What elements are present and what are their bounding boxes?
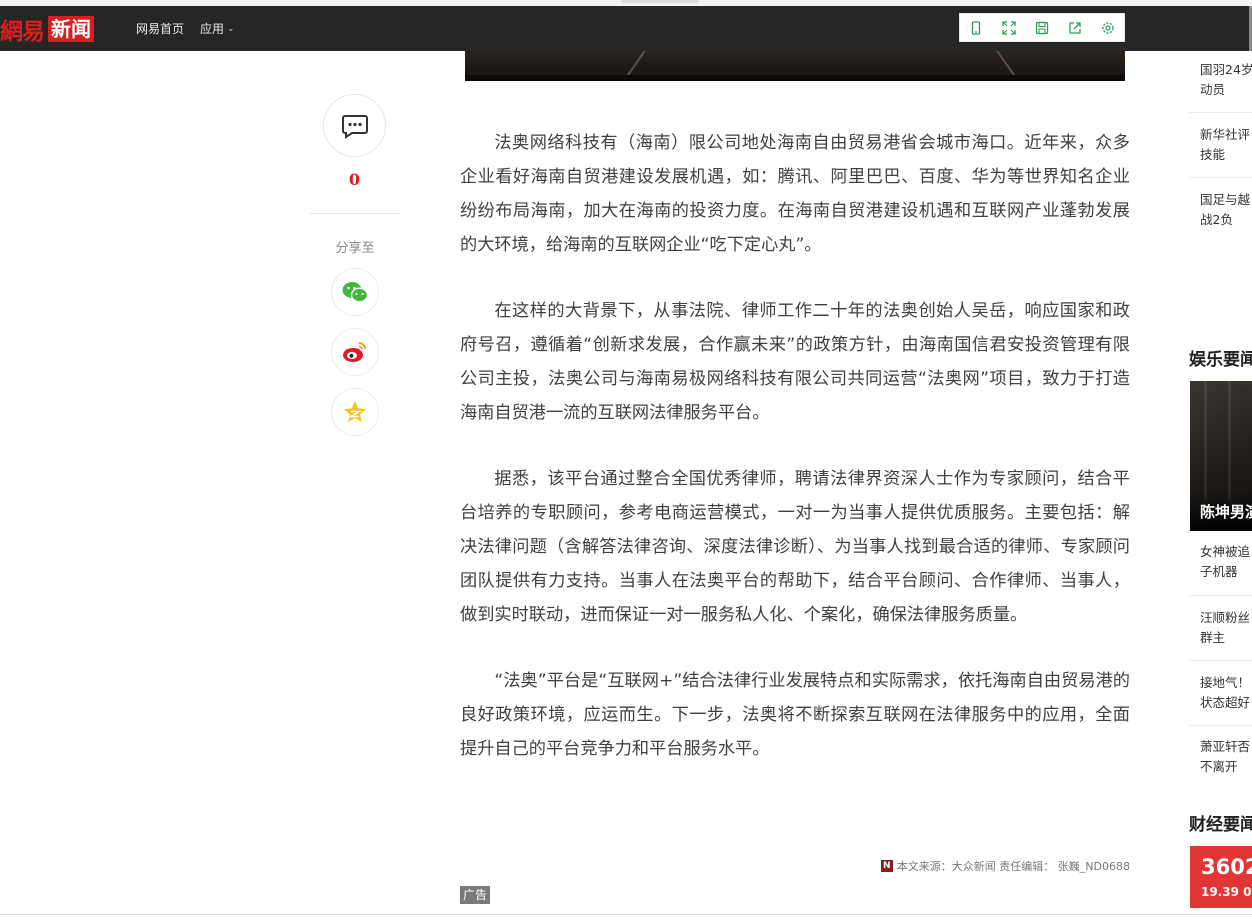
comment-button[interactable] [323,94,386,157]
news-item-line1: 女神被追 [1200,544,1251,559]
news-list-item[interactable]: 新华社评 技能 [1189,125,1252,165]
share-qzone-button[interactable] [331,388,379,436]
article-paragraph: “法奥”平台是“互联网+”结合法律行业发展特点和实际需求，依托海南自由贸易港的良… [460,671,1130,759]
chevron-down-icon: ⌄ [227,23,235,34]
netease-news-logo[interactable]: 網易 新闻 [0,15,94,45]
news-item-line1: 新华社评 [1200,127,1251,142]
list-divider [1189,595,1252,596]
fullscreen-icon[interactable] [993,14,1026,41]
scroll-indicator [622,0,698,3]
stock-index-card[interactable]: 3602.2 19.39 0.5 [1190,846,1252,908]
list-divider [1189,112,1252,113]
nav-home-link[interactable]: 网易首页 [136,6,184,51]
weibo-icon [343,342,366,362]
news-list-item[interactable]: 接地气！ 状态超好 [1189,673,1252,713]
news-item-line1: 萧亚轩否 [1200,739,1251,754]
source-text: 本文来源：大众新闻 责任编辑： 张巍_ND0688 [896,860,1130,873]
article-paragraph: 据悉，该平台通过整合全国优秀律师，聘请法律界资深人士作为专家顾问，结合平台培养的… [460,469,1130,625]
article-hero-image [465,51,1125,81]
share-out-icon[interactable] [1058,14,1091,41]
news-item-line2: 状态超好 [1200,695,1251,710]
news-list-item[interactable]: 汪顺粉丝 群主 [1189,608,1252,648]
list-divider [1189,725,1252,726]
logo-netease: 網易 [0,18,45,45]
news-item-line2: 战2负 [1200,212,1233,227]
ad-label: 广告 [460,886,491,904]
news-item-line2: 群主 [1200,630,1226,645]
mobile-view-icon[interactable] [960,14,993,41]
wechat-icon [342,282,369,303]
article-source-line: N 本文来源：大众新闻 责任编辑： 张巍_ND0688 [864,858,1130,874]
comment-icon [341,114,368,139]
list-divider [1189,177,1252,178]
settings-icon[interactable] [1091,14,1124,41]
nav-apps-menu[interactable]: 应用 ⌄ [200,6,235,51]
stock-price: 3602.2 [1201,855,1252,879]
news-item-line2: 技能 [1200,147,1226,162]
news-item-line2: 子机器 [1200,564,1238,579]
finance-section-title[interactable]: 财经要闻 [1189,810,1252,835]
article-body: 法奥网络科技有（海南）限公司地处海南自由贸易港省会城市海口。近年来，众多企业看好… [460,126,1130,798]
share-wechat-button[interactable] [331,268,379,316]
nav-apps-label: 应用 [200,22,225,36]
news-item-line1: 汪顺粉丝 [1200,610,1251,625]
entertainment-headline-photo[interactable]: 陈坤男演 [1190,381,1252,531]
article-paragraph: 法奥网络科技有（海南）限公司地处海南自由贸易港省会城市海口。近年来，众多企业看好… [460,133,1130,255]
list-divider [1189,660,1252,661]
article-toolbar [959,13,1125,42]
logo-news: 新闻 [48,16,94,42]
news-list-item[interactable]: 国羽24岁 动员 [1189,60,1252,100]
qzone-icon [344,401,366,422]
netease-n-icon: N [880,860,893,872]
comment-count[interactable]: 0 [323,170,386,189]
share-weibo-button[interactable] [331,328,379,376]
share-label: 分享至 [335,241,375,256]
stock-delta: 19.39 0.5 [1201,885,1252,899]
news-item-line1: 接地气！ [1200,675,1251,690]
top-navigation-bar: 網易 新闻 网易首页 应用 ⌄ [0,6,1252,51]
news-item-line1: 国足与越 [1200,192,1251,207]
share-divider [310,213,400,214]
news-list-item[interactable]: 女神被追 子机器 [1189,542,1252,582]
news-list-item[interactable]: 国足与越 战2负 [1189,190,1252,230]
news-item-line1: 国羽24岁 [1200,62,1252,77]
entertainment-section-title[interactable]: 娱乐要闻 [1189,345,1252,370]
news-item-line2: 动员 [1200,82,1226,97]
save-icon[interactable] [1026,14,1059,41]
photo-caption: 陈坤男演 [1200,503,1252,521]
news-item-line2: 不离开 [1200,759,1238,774]
article-paragraph: 在这样的大背景下，从事法院、律师工作二十年的法奥创始人吴岳，响应国家和政府号召，… [460,301,1130,423]
news-list-item[interactable]: 萧亚轩否 不离开 [1189,737,1252,777]
bottom-divider [0,914,1252,915]
